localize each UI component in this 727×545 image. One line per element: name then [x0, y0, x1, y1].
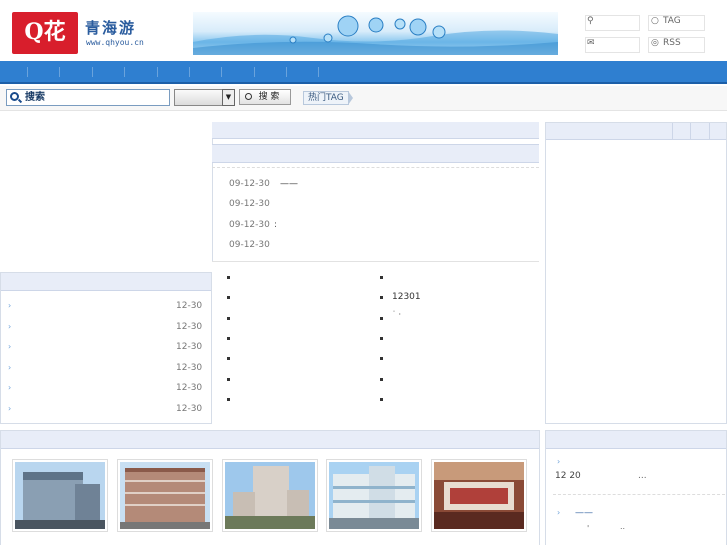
divider [212, 167, 539, 168]
right-panel-header [546, 123, 726, 140]
list-item[interactable]: 12301 [392, 292, 421, 302]
chevron-right-icon: › [8, 383, 12, 392]
interior-photo-5 [434, 462, 524, 529]
news-date: 09-12-30 [229, 240, 270, 250]
list-date: 12-30 [176, 404, 203, 414]
list-bullet [380, 276, 383, 279]
tab-separator [672, 123, 673, 140]
search-input[interactable]: 搜索 [6, 89, 170, 106]
building-photo-2 [120, 462, 210, 529]
rss-icon: ◎ [651, 38, 659, 48]
hotel-photo[interactable] [12, 459, 108, 532]
news-date: 09-12-30 [229, 179, 270, 189]
page: Q花 青海游 www.qhyou.cn ⚲ ○ TAG ✉ ◎ RSS 搜索 ▼… [0, 0, 727, 545]
logo-glyph: Q花 [24, 19, 66, 45]
nav-separator [27, 67, 28, 77]
nav-separator [254, 67, 255, 77]
news-date: 09-12-30 [229, 199, 270, 209]
water-drops-image [193, 15, 558, 55]
chevron-right-icon: › [8, 301, 12, 310]
list-date: 12-30 [176, 342, 203, 352]
nav-separator [189, 67, 190, 77]
hotel-photo[interactable] [222, 459, 318, 532]
rss-link-label: RSS [663, 38, 681, 48]
center-panel-header [212, 122, 539, 139]
chevron-right-icon: › [8, 342, 12, 351]
tab-separator [690, 123, 691, 140]
list-bullet [380, 317, 383, 320]
nav-separator [318, 67, 319, 77]
mail-icon: ✉ [587, 38, 595, 48]
tag-link-label: TAG [663, 16, 681, 26]
right-panel [545, 122, 727, 424]
list-date: 12-30 [176, 383, 203, 393]
water-banner[interactable] [193, 12, 558, 55]
chevron-right-icon: › [557, 508, 561, 517]
list-bullet [380, 357, 383, 360]
list-bullet [380, 296, 383, 299]
list-bullet [380, 398, 383, 401]
site-name: 青海游 [85, 19, 137, 37]
nav-separator [286, 67, 287, 77]
magnifier-icon [245, 93, 252, 100]
tag-arrow-icon [348, 91, 353, 105]
nav-separator [124, 67, 125, 77]
hotel-photo[interactable] [117, 459, 213, 532]
chevron-right-icon: › [557, 457, 561, 466]
list-bullet [227, 296, 230, 299]
nav-separator [92, 67, 93, 77]
divider [553, 494, 725, 495]
hotel-photo[interactable] [326, 459, 422, 532]
divider [212, 261, 539, 262]
info-link[interactable]: —— [575, 508, 593, 518]
list-bullet [227, 276, 230, 279]
list-bullet [227, 378, 230, 381]
chevron-down-icon[interactable]: ▼ [222, 89, 235, 106]
list-bullet [227, 357, 230, 360]
hot-tag-link[interactable]: 热门TAG [303, 91, 349, 105]
chevron-right-icon: › [8, 404, 12, 413]
info-ellipsis: ... [638, 471, 647, 481]
list-bullet [227, 398, 230, 401]
news-title[interactable]: : [274, 220, 277, 230]
main-nav [0, 61, 727, 84]
user-icon: ⚲ [587, 16, 594, 26]
list-date: 12-30 [176, 363, 203, 373]
nav-separator [221, 67, 222, 77]
chevron-right-icon: › [8, 363, 12, 372]
search-icon [10, 92, 19, 101]
building-photo-1 [15, 462, 105, 529]
list-date: 12-30 [176, 322, 203, 332]
right-bottom-header [546, 431, 726, 449]
nav-separator [157, 67, 158, 77]
left-panel-header [1, 273, 211, 291]
site-url: www.qhyou.cn [86, 38, 144, 47]
list-bullet [227, 317, 230, 320]
list-date: 12-30 [176, 301, 203, 311]
news-date: 09-12-30 [229, 220, 270, 230]
chevron-right-icon: › [8, 322, 12, 331]
info-text: ' [587, 524, 590, 533]
interior-photo[interactable] [431, 459, 527, 532]
building-photo-3 [225, 462, 315, 529]
nav-separator [59, 67, 60, 77]
center-panel-subheader [212, 144, 539, 163]
info-ellipsis: .. [620, 522, 626, 531]
tab-separator [709, 123, 710, 140]
list-item[interactable]: ˙ · [392, 310, 401, 319]
photo-panel-header [1, 431, 539, 449]
tag-icon: ○ [651, 16, 659, 26]
list-bullet [380, 378, 383, 381]
list-bullet [227, 337, 230, 340]
building-photo-4 [329, 462, 419, 529]
list-bullet [380, 337, 383, 340]
news-title[interactable]: —— [280, 179, 298, 189]
info-line: 12 20 [555, 471, 581, 481]
